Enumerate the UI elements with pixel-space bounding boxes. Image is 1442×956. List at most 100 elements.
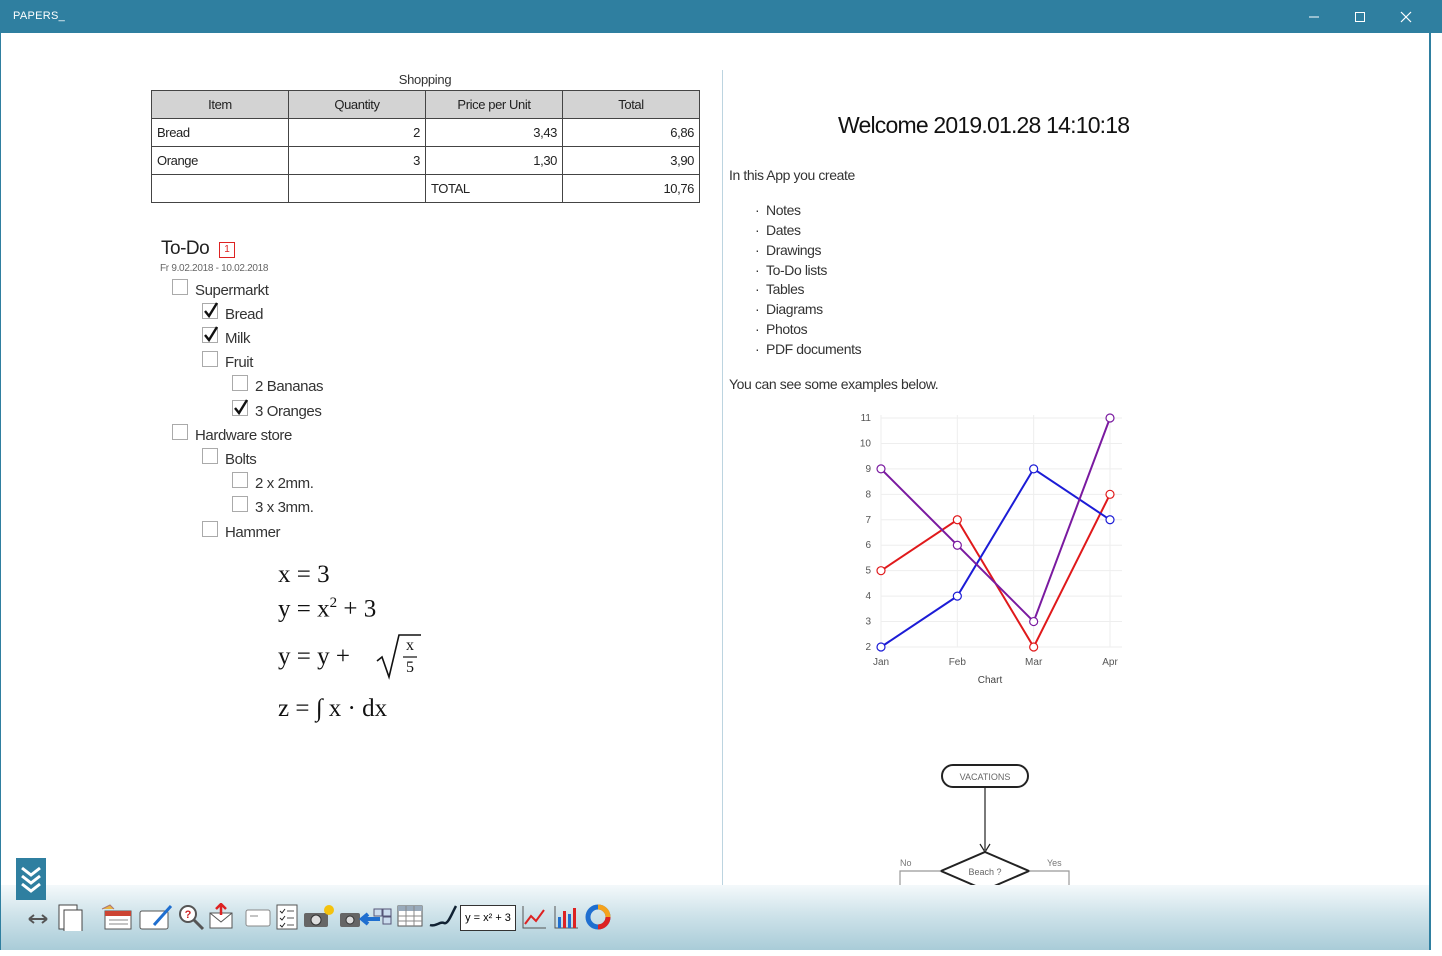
y-tick-label: 10 xyxy=(860,438,872,449)
data-point[interactable] xyxy=(952,591,962,601)
camera-sun-icon[interactable] xyxy=(302,903,336,931)
maximize-icon xyxy=(1355,12,1365,22)
donut-chart-icon[interactable] xyxy=(584,903,612,931)
todo-checkbox[interactable] xyxy=(202,326,219,343)
bullet-dot: · xyxy=(755,281,760,297)
table-cell[interactable]: Orange xyxy=(151,146,289,175)
data-point[interactable] xyxy=(1105,489,1115,499)
todo-checkbox[interactable] xyxy=(202,521,218,537)
formula-line: y = x2 + 3 xyxy=(278,595,376,623)
todo-item-label: Milk xyxy=(225,330,251,347)
todo-item-label: Fruit xyxy=(225,354,254,371)
todo-checkbox[interactable] xyxy=(202,448,218,464)
swap-arrows-icon[interactable] xyxy=(26,903,50,931)
formula-line: z = ∫ x · dx xyxy=(278,695,388,722)
table-cell[interactable]: 10,76 xyxy=(562,174,700,203)
bar-chart-icon[interactable] xyxy=(552,903,580,931)
data-point[interactable] xyxy=(1105,515,1115,525)
send-mail-icon[interactable] xyxy=(208,903,236,931)
bullet-dot: · xyxy=(755,202,760,218)
flowchart[interactable]: VACATIONS Beach ? No Yes xyxy=(890,760,1075,892)
title-bar: PAPERS_ xyxy=(0,0,1442,33)
todo-date-range: Fr 9.02.2018 - 10.02.2018 xyxy=(160,263,269,274)
table-cell[interactable]: 3 xyxy=(288,146,426,175)
todo-checkbox[interactable] xyxy=(172,424,188,440)
data-point[interactable] xyxy=(952,515,962,525)
bullet-dot: · xyxy=(755,321,760,337)
data-point[interactable] xyxy=(1029,464,1039,474)
data-point[interactable] xyxy=(952,540,962,550)
x-tick-label: Feb xyxy=(949,657,967,668)
data-point[interactable] xyxy=(1105,413,1115,423)
table-row: Bread 2 3,43 6,86 xyxy=(151,118,700,147)
bullet-dot: · xyxy=(755,242,760,258)
text-box-icon[interactable] xyxy=(244,903,272,931)
todo-checkbox[interactable] xyxy=(202,351,218,367)
minimize-button[interactable] xyxy=(1291,0,1337,33)
flowchart-yes-label: Yes xyxy=(1047,858,1062,868)
bullet-item: · Dates xyxy=(755,222,801,238)
search-help-icon[interactable]: ? xyxy=(176,903,206,931)
formula-text: + 3 xyxy=(337,595,377,623)
bullet-item: · Notes xyxy=(755,202,801,218)
bullet-label: Diagrams xyxy=(766,301,823,317)
todo-checkbox[interactable] xyxy=(202,302,219,319)
column-header[interactable]: Price per Unit xyxy=(425,90,563,119)
table-cell[interactable]: 2 xyxy=(288,118,426,147)
table-cell[interactable] xyxy=(151,174,289,203)
x-tick-label: Jan xyxy=(873,657,889,668)
formula-numerator: x xyxy=(406,637,414,654)
todo-checkbox[interactable] xyxy=(172,279,188,295)
table-cell[interactable]: 6,86 xyxy=(562,118,700,147)
formula-button[interactable]: y = x² + 3 xyxy=(460,905,516,931)
data-point[interactable] xyxy=(876,464,886,474)
signature-icon[interactable] xyxy=(428,903,458,931)
bullet-item: · To-Do lists xyxy=(755,262,827,278)
shopping-table-caption: Shopping xyxy=(398,72,452,87)
line-chart[interactable]: 2 3 4 5 6 7 8 9 10 11 Jan Feb Mar Apr Chart xyxy=(850,405,1135,690)
data-point[interactable] xyxy=(876,642,886,652)
table-cell[interactable]: 3,90 xyxy=(562,146,700,175)
table-cell[interactable]: 1,30 xyxy=(425,146,563,175)
shopping-table[interactable]: Item Quantity Price per Unit Total Bread… xyxy=(151,90,700,203)
checklist-icon[interactable] xyxy=(274,903,300,931)
data-point[interactable] xyxy=(876,566,886,576)
formula-text: y = x xyxy=(278,595,330,623)
note-pen-icon[interactable] xyxy=(138,903,174,931)
todo-checkbox[interactable] xyxy=(232,399,249,416)
checkmark-icon xyxy=(234,399,249,416)
layers-chevron-icon xyxy=(21,866,41,893)
todo-checkbox[interactable] xyxy=(232,496,248,512)
todo-item-label: 3 x 3mm. xyxy=(255,499,314,516)
table-cell[interactable]: TOTAL xyxy=(425,174,563,203)
table-cell[interactable] xyxy=(288,174,426,203)
window-frame-left xyxy=(0,33,1,950)
data-point[interactable] xyxy=(1029,642,1039,652)
table-cell[interactable]: Bread xyxy=(151,118,289,147)
checkmark-icon xyxy=(204,302,219,319)
bullet-label: Drawings xyxy=(766,242,822,258)
column-header[interactable]: Quantity xyxy=(288,90,426,119)
formula-line: y = y + x 5 xyxy=(278,634,421,680)
column-header[interactable]: Item xyxy=(151,90,289,119)
bullet-dot: · xyxy=(755,222,760,238)
calendar-icon[interactable] xyxy=(100,903,134,931)
column-header[interactable]: Total xyxy=(562,90,700,119)
layers-button[interactable] xyxy=(16,858,46,900)
todo-item-label: Hardware store xyxy=(195,427,292,444)
documents-icon[interactable] xyxy=(56,903,86,931)
table-icon[interactable] xyxy=(396,903,424,931)
series-line-1 xyxy=(880,467,1111,648)
todo-item-label: 2 Bananas xyxy=(255,378,324,395)
todo-checkbox[interactable] xyxy=(232,375,248,391)
todo-item-label: Bread xyxy=(225,306,264,323)
table-cell[interactable]: 3,43 xyxy=(425,118,563,147)
close-button[interactable] xyxy=(1383,0,1429,33)
data-point[interactable] xyxy=(1029,616,1039,627)
line-chart-icon[interactable] xyxy=(520,903,548,931)
camera-import-icon[interactable] xyxy=(338,903,394,931)
bullet-label: Photos xyxy=(766,321,808,337)
maximize-button[interactable] xyxy=(1337,0,1383,33)
todo-checkbox[interactable] xyxy=(232,472,248,488)
bullet-item: · Tables xyxy=(755,281,804,297)
